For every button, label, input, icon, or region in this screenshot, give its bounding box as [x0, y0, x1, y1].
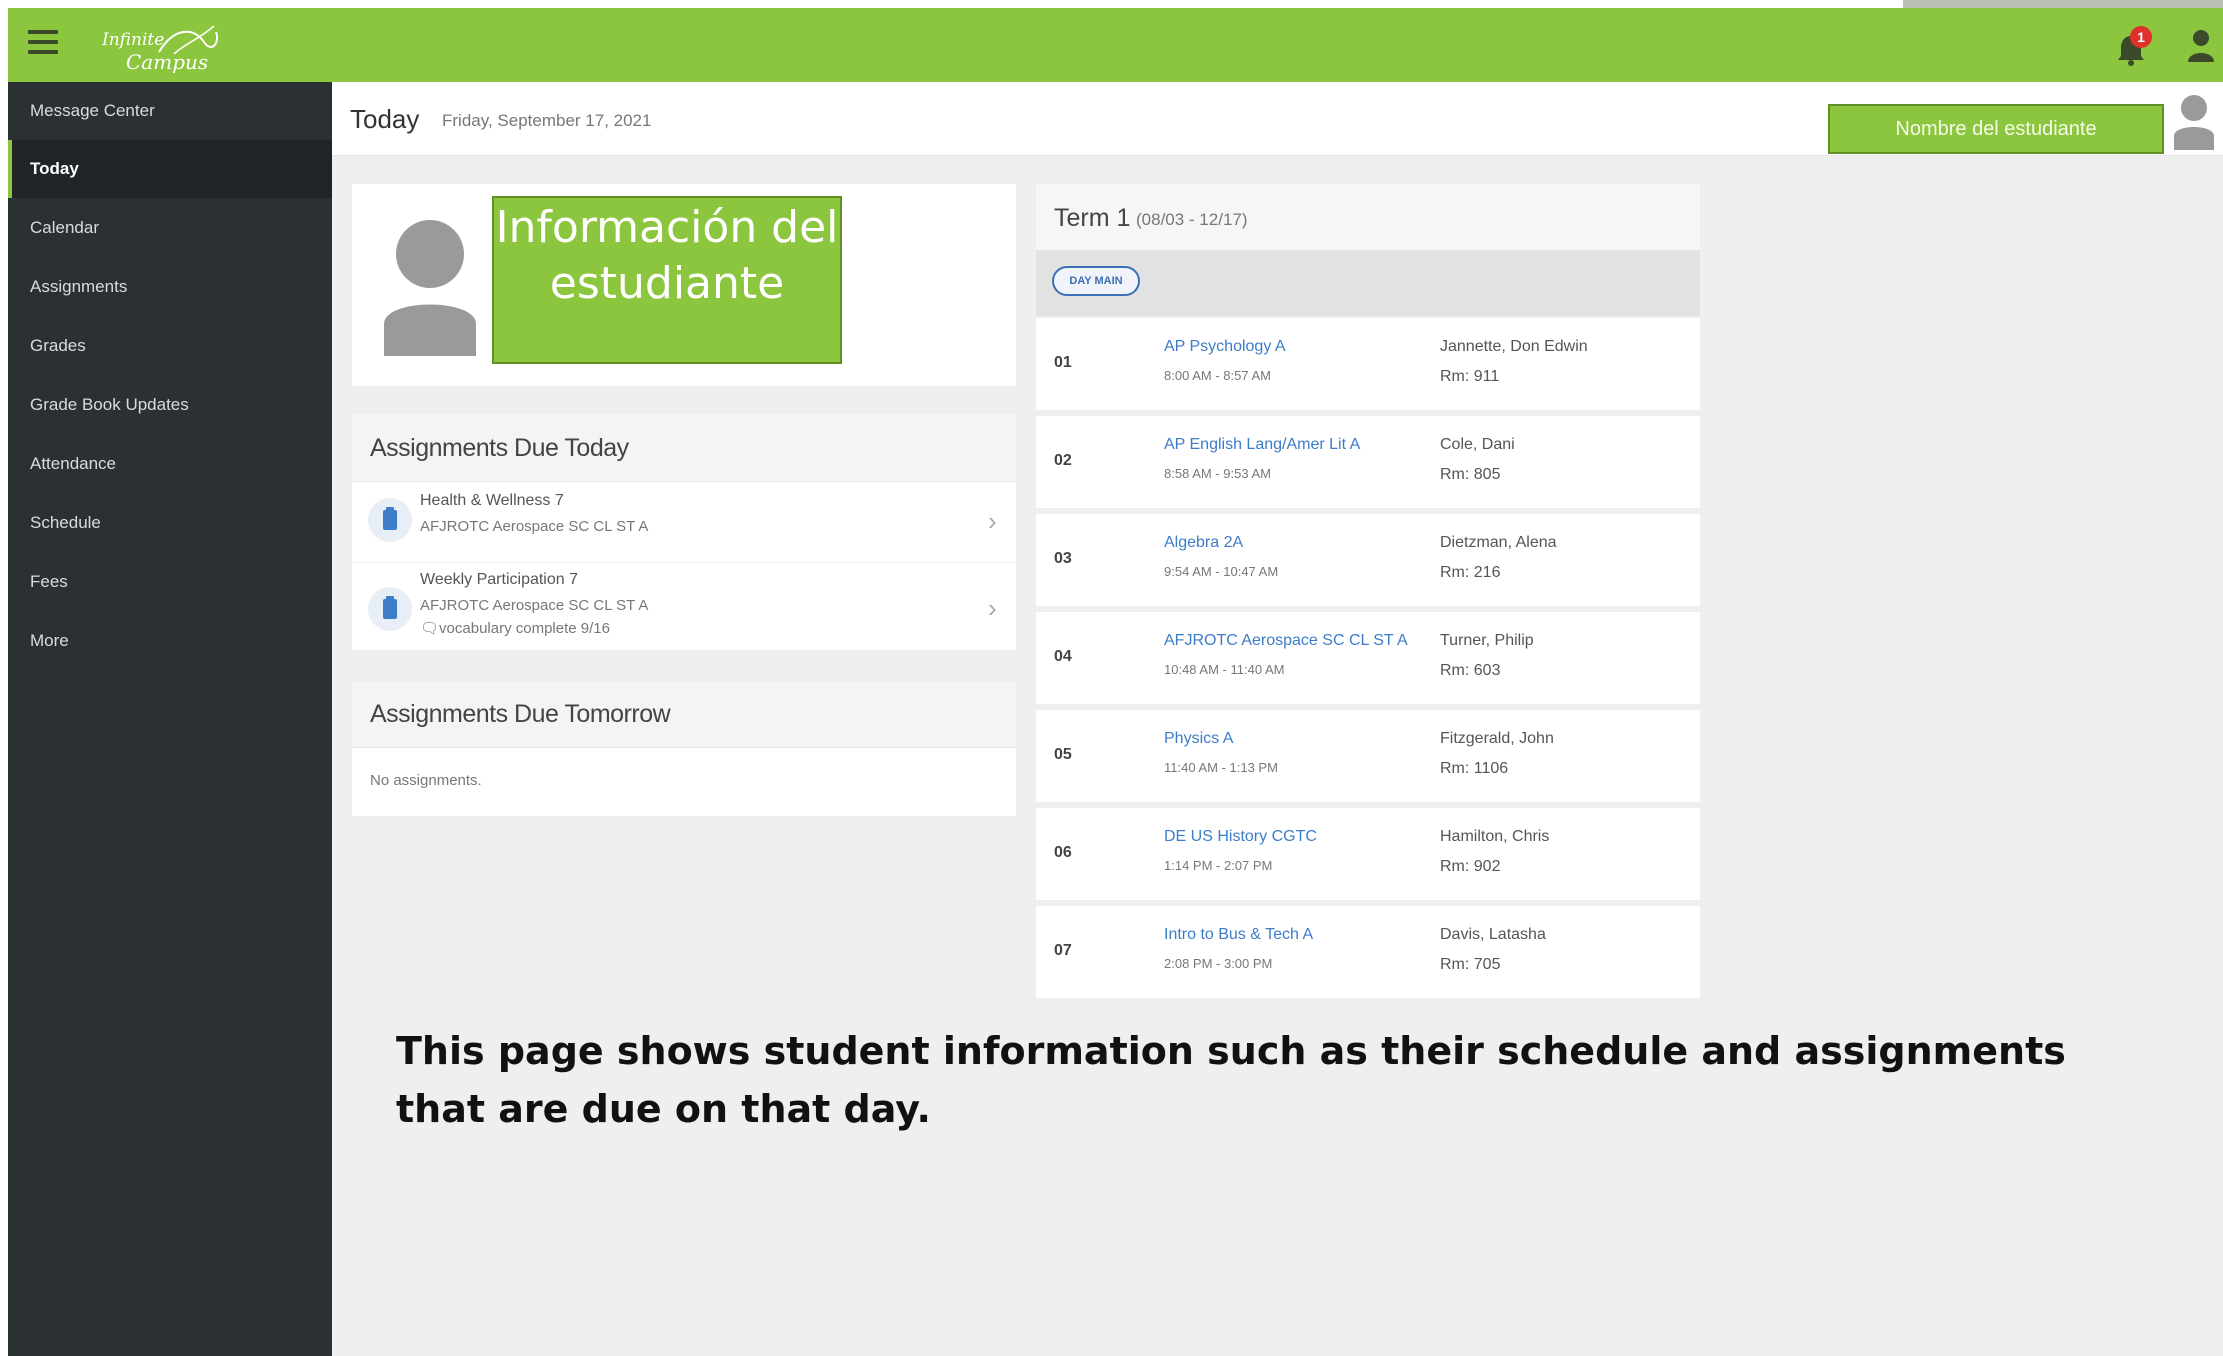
schedule-row: 05 Physics A 11:40 AM - 1:13 PM Fitzgera…: [1036, 710, 1700, 802]
assignment-course: AFJROTC Aerospace SC CL ST A: [420, 597, 649, 614]
period-time: 2:08 PM - 3:00 PM: [1164, 956, 1273, 971]
clipboard-icon: [368, 498, 412, 542]
schedule-row: 02 AP English Lang/Amer Lit A 8:58 AM - …: [1036, 416, 1700, 508]
sidebar-item-fees[interactable]: Fees: [8, 553, 332, 611]
schedule-row: 01 AP Psychology A 8:00 AM - 8:57 AM Jan…: [1036, 318, 1700, 410]
comment-icon: 🗨: [420, 620, 440, 637]
schedule-row: 06 DE US History CGTC 1:14 PM - 2:07 PM …: [1036, 808, 1700, 900]
room-number: Rm: 216: [1440, 564, 1501, 581]
course-link[interactable]: Physics A: [1164, 730, 1233, 748]
sidebar-item-calendar[interactable]: Calendar: [8, 199, 332, 257]
period-number: 01: [1054, 354, 1072, 371]
explanatory-caption: This page shows student information such…: [396, 1029, 2066, 1131]
chevron-right-icon: ›: [988, 593, 997, 623]
assignments-due-today-card: Assignments Due Today Health & Wellness …: [352, 414, 1016, 650]
period-number: 07: [1054, 942, 1072, 959]
student-information-label: Información del estudiante: [492, 196, 842, 364]
student-name-button[interactable]: Nombre del estudiante: [1828, 104, 2164, 154]
user-account-icon[interactable]: [2186, 28, 2216, 64]
room-number: Rm: 1106: [1440, 760, 1509, 777]
term-header: Term 1 (08/03 - 12/17): [1036, 184, 1700, 250]
page-title: Today: [350, 104, 420, 134]
teacher-name: Dietzman, Alena: [1440, 534, 1557, 551]
period-time: 8:00 AM - 8:57 AM: [1164, 368, 1271, 383]
course-link[interactable]: Intro to Bus & Tech A: [1164, 926, 1313, 944]
section-title: Assignments Due Tomorrow: [370, 700, 671, 728]
course-link[interactable]: DE US History CGTC: [1164, 828, 1317, 846]
period-time: 9:54 AM - 10:47 AM: [1164, 564, 1279, 579]
sidebar-item-grades[interactable]: Grades: [8, 317, 332, 375]
clipboard-icon: [368, 587, 412, 631]
assignment-comment-text: vocabulary complete 9/16: [439, 620, 610, 637]
hamburger-menu-icon[interactable]: [28, 30, 58, 58]
room-number: Rm: 805: [1440, 466, 1501, 483]
term-date-range: (08/03 - 12/17): [1136, 210, 1248, 229]
schedule-row: 07 Intro to Bus & Tech A 2:08 PM - 3:00 …: [1036, 906, 1700, 998]
period-time: 10:48 AM - 11:40 AM: [1164, 662, 1285, 677]
sidebar-item-grade-book-updates[interactable]: Grade Book Updates: [8, 376, 332, 434]
sidebar-item-more[interactable]: More: [8, 612, 332, 670]
period-time: 8:58 AM - 9:53 AM: [1164, 466, 1271, 481]
assignment-comment: 🗨vocabulary complete 9/16: [420, 619, 610, 637]
top-bar-edge: [1903, 0, 2223, 8]
top-bar: Infinite Campus 1: [8, 0, 2223, 82]
day-bar: DAY MAIN: [1036, 250, 1700, 316]
teacher-name: Hamilton, Chris: [1440, 828, 1550, 845]
sidebar-item-assignments[interactable]: Assignments: [8, 258, 332, 316]
period-number: 05: [1054, 746, 1072, 763]
sidebar-item-schedule[interactable]: Schedule: [8, 494, 332, 552]
page-date: Friday, September 17, 2021: [442, 111, 652, 130]
schedule-row: 04 AFJROTC Aerospace SC CL ST A 10:48 AM…: [1036, 612, 1700, 704]
assignment-item[interactable]: Weekly Participation 7 AFJROTC Aerospace…: [352, 562, 1016, 650]
day-badge: DAY MAIN: [1052, 266, 1140, 296]
period-time: 11:40 AM - 1:13 PM: [1164, 760, 1278, 775]
course-link[interactable]: AP English Lang/Amer Lit A: [1164, 436, 1360, 454]
assignment-item[interactable]: Health & Wellness 7 AFJROTC Aerospace SC…: [352, 484, 1016, 562]
student-avatar-small[interactable]: [2172, 92, 2216, 150]
room-number: Rm: 902: [1440, 858, 1501, 875]
notification-badge: 1: [2130, 26, 2152, 48]
term-schedule-card: Term 1 (08/03 - 12/17) DAY MAIN 01 AP Ps…: [1036, 184, 1700, 1002]
logo-swoosh-icon: [158, 25, 218, 55]
sidebar-item-today[interactable]: Today: [8, 140, 332, 198]
assignments-due-tomorrow-card: Assignments Due Tomorrow No assignments.: [352, 682, 1016, 816]
teacher-name: Jannette, Don Edwin: [1440, 338, 1588, 355]
assignment-name: Health & Wellness 7: [420, 492, 564, 509]
assignment-course: AFJROTC Aerospace SC CL ST A: [420, 518, 649, 535]
sidebar-item-attendance[interactable]: Attendance: [8, 435, 332, 493]
term-title: Term 1: [1054, 204, 1131, 232]
infinite-campus-logo[interactable]: Infinite Campus: [96, 18, 226, 74]
teacher-name: Fitzgerald, John: [1440, 730, 1554, 747]
teacher-name: Turner, Philip: [1440, 632, 1534, 649]
course-link[interactable]: Algebra 2A: [1164, 534, 1243, 552]
sidebar-nav: Message Center Today Calendar Assignment…: [8, 82, 332, 1356]
course-link[interactable]: AP Psychology A: [1164, 338, 1286, 356]
period-number: 06: [1054, 844, 1072, 861]
schedule-row: 03 Algebra 2A 9:54 AM - 10:47 AM Dietzma…: [1036, 514, 1700, 606]
notifications-bell-icon[interactable]: 1: [2116, 26, 2156, 66]
section-title: Assignments Due Today: [370, 434, 629, 462]
page-header: Today Friday, September 17, 2021 Nombre …: [332, 82, 2223, 156]
course-link[interactable]: AFJROTC Aerospace SC CL ST A: [1164, 632, 1408, 650]
main-content: Today Friday, September 17, 2021 Nombre …: [332, 82, 2223, 1356]
assignment-name: Weekly Participation 7: [420, 571, 578, 588]
card-header: Assignments Due Today: [352, 414, 1016, 482]
sidebar-item-message-center[interactable]: Message Center: [8, 82, 332, 140]
period-number: 03: [1054, 550, 1072, 567]
room-number: Rm: 603: [1440, 662, 1501, 679]
chevron-right-icon: ›: [988, 506, 997, 536]
teacher-name: Davis, Latasha: [1440, 926, 1546, 943]
period-number: 04: [1054, 648, 1072, 665]
room-number: Rm: 705: [1440, 956, 1501, 973]
period-number: 02: [1054, 452, 1072, 469]
student-avatar: [380, 212, 480, 361]
student-profile-card: Información del estudiante: [352, 184, 1016, 386]
room-number: Rm: 911: [1440, 368, 1500, 385]
period-time: 1:14 PM - 2:07 PM: [1164, 858, 1273, 873]
teacher-name: Cole, Dani: [1440, 436, 1515, 453]
card-header: Assignments Due Tomorrow: [352, 682, 1016, 748]
empty-message: No assignments.: [370, 772, 482, 789]
